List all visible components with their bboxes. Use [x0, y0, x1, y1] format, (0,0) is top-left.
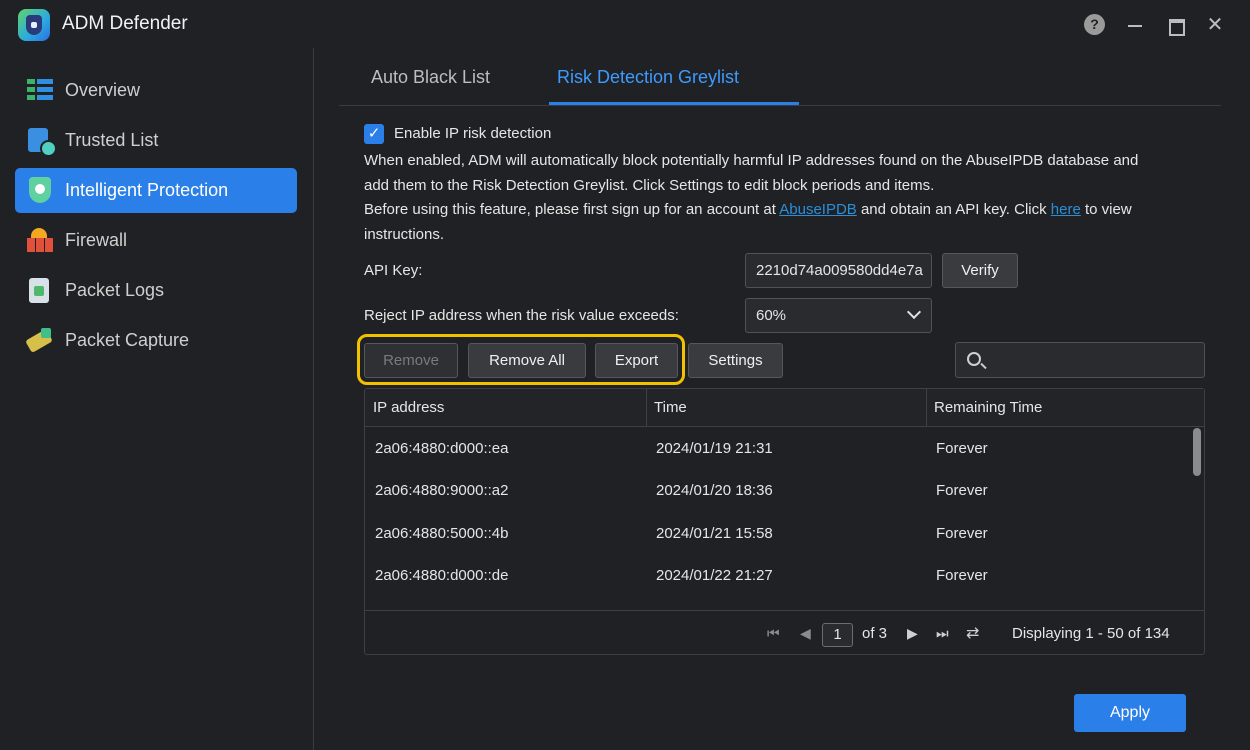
sidebar: Overview Trusted List Intelligent Protec… [0, 48, 314, 750]
cell-ip: 2a06:4880:d000::ea [375, 440, 509, 457]
reject-threshold-label: Reject IP address when the risk value ex… [364, 307, 679, 324]
sidebar-item-label: Trusted List [65, 130, 159, 150]
sidebar-item-label: Firewall [65, 230, 128, 250]
settings-button[interactable]: Settings [688, 343, 783, 378]
description-line-3: Before using this feature, please first … [364, 197, 1214, 222]
last-page-icon[interactable]: ⏭ [936, 625, 949, 642]
api-key-input[interactable]: 2210d74a009580dd4e7a [745, 253, 932, 288]
enable-risk-detection-checkbox[interactable]: ✓ [364, 124, 384, 144]
sidebar-item-label: Intelligent Protection [65, 180, 229, 200]
prev-page-icon[interactable]: ◀ [800, 625, 811, 642]
sidebar-item-trusted-list[interactable]: Trusted List [15, 118, 297, 163]
highlight-annotation [357, 334, 685, 385]
page-count-text: of 3 [862, 625, 888, 642]
instructions-link[interactable]: here [1051, 201, 1081, 218]
next-page-icon[interactable]: ▶ [907, 625, 918, 642]
table-header: IP address Time Remaining Time [365, 389, 1204, 427]
sidebar-item-packet-logs[interactable]: Packet Logs [15, 268, 297, 313]
cell-remaining: Forever [936, 482, 988, 499]
table-row[interactable]: 2a06:4880:9000::a2 2024/01/20 18:36 Fore… [365, 470, 1204, 512]
table-row[interactable]: 2a06:4880:d000::de 2024/01/22 21:27 Fore… [365, 555, 1204, 597]
greylist-table: IP address Time Remaining Time 2a06:4880… [364, 388, 1205, 655]
sidebar-item-overview[interactable]: Overview [15, 68, 297, 113]
api-key-label: API Key: [364, 262, 423, 279]
sidebar-item-firewall[interactable]: Firewall [15, 218, 297, 263]
description-text: Before using this feature, please first … [364, 201, 780, 218]
help-icon[interactable]: ? [1084, 14, 1105, 35]
apply-button[interactable]: Apply [1074, 694, 1186, 732]
overview-icon [25, 76, 55, 104]
trusted-list-icon [25, 126, 57, 157]
packet-capture-icon [25, 326, 55, 354]
risk-threshold-select[interactable]: 60% [745, 298, 932, 333]
cell-ip: 2a06:4880:9000::a2 [375, 482, 509, 499]
refresh-icon[interactable]: ⇄ [966, 623, 979, 643]
cell-time: 2024/01/22 21:27 [656, 567, 773, 584]
tab-auto-black-list[interactable]: Auto Black List [371, 67, 490, 88]
chevron-down-icon [906, 304, 922, 320]
cell-ip: 2a06:4880:5000::4b [375, 525, 509, 542]
pagination-bar: ⏮ ◀ 1 of 3 ▶ ⏭ ⇄ Displaying 1 - 50 of 13… [365, 610, 1204, 654]
packet-logs-icon [25, 276, 55, 304]
intelligent-protection-icon [25, 176, 55, 204]
sidebar-item-label: Overview [65, 80, 141, 100]
description-text: to view [1080, 201, 1132, 218]
display-range-text: Displaying 1 - 50 of 134 [1012, 625, 1170, 642]
close-icon[interactable]: ✕ [1204, 14, 1226, 36]
cell-time: 2024/01/19 21:31 [656, 440, 773, 457]
column-header-remaining-time[interactable]: Remaining Time [934, 399, 1042, 416]
table-scrollbar[interactable] [1193, 428, 1201, 476]
description-text: and obtain an API key. Click [856, 201, 1051, 218]
minimize-icon[interactable] [1124, 14, 1146, 36]
table-row[interactable]: 2a06:4880:5000::4b 2024/01/21 15:58 Fore… [365, 513, 1204, 555]
first-page-icon[interactable]: ⏮ [767, 625, 780, 642]
search-icon [967, 352, 981, 366]
enable-risk-detection-label: Enable IP risk detection [394, 125, 552, 142]
cell-remaining: Forever [936, 440, 988, 457]
sidebar-item-label: Packet Logs [65, 280, 165, 300]
abuseipdb-link[interactable]: AbuseIPDB [779, 201, 857, 218]
active-tab-indicator [549, 102, 799, 105]
tab-risk-detection-greylist[interactable]: Risk Detection Greylist [557, 67, 739, 88]
firewall-icon [25, 226, 55, 254]
column-divider[interactable] [646, 389, 647, 427]
description-line-4: instructions. [364, 226, 445, 243]
tab-bar: Auto Black List Risk Detection Greylist [339, 48, 1221, 106]
description-line-1: When enabled, ADM will automatically blo… [364, 152, 1139, 169]
risk-threshold-value: 60% [756, 307, 787, 324]
sidebar-item-intelligent-protection[interactable]: Intelligent Protection [15, 168, 297, 213]
cell-remaining: Forever [936, 525, 988, 542]
cell-time: 2024/01/21 15:58 [656, 525, 773, 542]
cell-remaining: Forever [936, 567, 988, 584]
column-header-time[interactable]: Time [654, 399, 687, 416]
table-row[interactable]: 2a06:4880:d000::ea 2024/01/19 21:31 Fore… [365, 428, 1204, 470]
title-bar: ADM Defender ? ✕ [0, 0, 1250, 48]
column-divider[interactable] [926, 389, 927, 427]
sidebar-item-label: Packet Capture [65, 330, 190, 350]
maximize-icon[interactable] [1164, 14, 1186, 36]
cell-time: 2024/01/20 18:36 [656, 482, 773, 499]
app-title: ADM Defender [62, 13, 188, 34]
column-header-ip[interactable]: IP address [373, 399, 444, 416]
page-number-input[interactable]: 1 [822, 623, 853, 647]
app-logo-icon [18, 9, 50, 41]
cell-ip: 2a06:4880:d000::de [375, 567, 509, 584]
verify-button[interactable]: Verify [942, 253, 1018, 288]
search-input[interactable] [955, 342, 1205, 378]
description-line-2: add them to the Risk Detection Greylist.… [364, 177, 935, 194]
sidebar-item-packet-capture[interactable]: Packet Capture [15, 318, 297, 363]
